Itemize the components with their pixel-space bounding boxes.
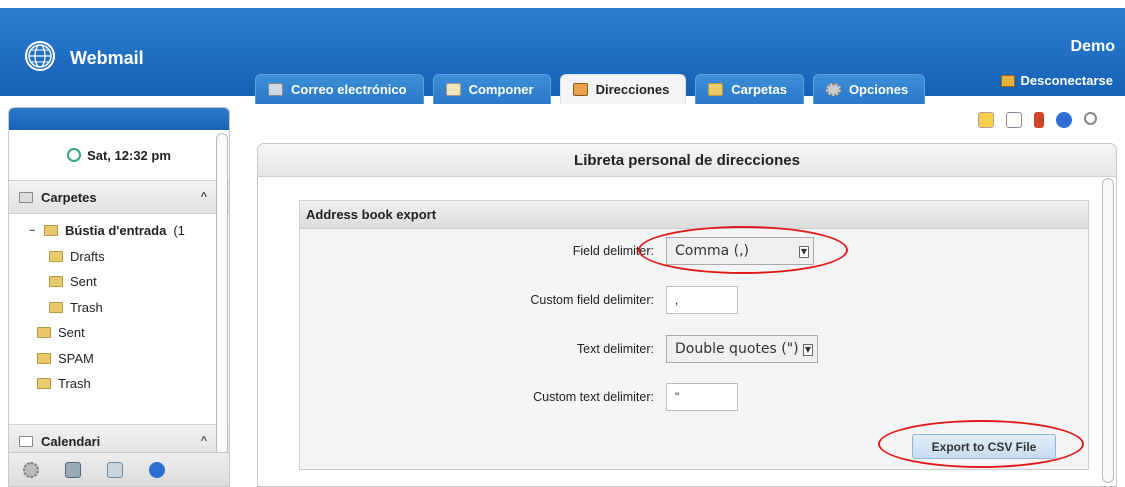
drafts-folder-icon (49, 250, 63, 262)
toolbar-icons (978, 112, 1097, 128)
bookmark-icon[interactable] (1034, 112, 1044, 128)
tab-opciones[interactable]: Opciones (812, 74, 926, 104)
folder-label: Sent (70, 274, 97, 290)
clock-icon (67, 148, 82, 162)
folder-item-trash-2[interactable]: Trash (9, 371, 229, 397)
collapse-icon[interactable]: ^ (201, 191, 207, 203)
main-tabs: Correo electrónico Componer Direcciones … (255, 74, 926, 104)
tab-carpetas[interactable]: Carpetas (695, 74, 804, 104)
folder-icon (37, 378, 51, 390)
sidebar-header (9, 108, 229, 130)
folder-item-inbox[interactable]: − Bústia d'entrada (1 (9, 218, 229, 244)
panel-title: Libreta personal de direcciones (258, 144, 1116, 177)
user-name: Demo (1070, 38, 1115, 55)
export-box-title: Address book export (300, 201, 1088, 229)
folder-count: (1 (173, 223, 185, 239)
tab-direcciones[interactable]: Direcciones (559, 74, 687, 104)
calendar-icon[interactable] (1006, 112, 1022, 128)
logout-icon (1000, 74, 1015, 87)
folder-item-trash[interactable]: Trash (9, 295, 229, 321)
globe-logo-icon (25, 41, 55, 71)
custom-text-delimiter-input[interactable]: " (666, 383, 738, 411)
text-delimiter-row: Text delimiter: Double quotes (") ▼ (300, 335, 1090, 363)
folder-list: − Bústia d'entrada (1 Drafts Sent Trash … (9, 214, 229, 424)
text-delimiter-label: Text delimiter: (576, 342, 654, 356)
trash-folder-icon (49, 301, 63, 313)
sidebar: Sat, 12:32 pm Carpetes ^ − Bústia d'entr… (8, 107, 230, 487)
collapse-icon[interactable]: ^ (201, 435, 207, 447)
gear-icon (825, 83, 841, 96)
custom-field-delimiter-row: Custom field delimiter: , (300, 286, 1090, 314)
computer-icon[interactable] (65, 461, 81, 478)
collapse-minus-icon[interactable]: − (29, 225, 37, 237)
search-icon[interactable] (1084, 112, 1097, 125)
folder-label: Drafts (70, 248, 105, 264)
text-delimiter-select[interactable]: Double quotes (") ▼ (666, 335, 818, 363)
custom-text-delimiter-label: Custom text delimiter: (533, 390, 654, 404)
calendar-icon (19, 435, 33, 447)
tab-componer[interactable]: Componer (432, 74, 551, 104)
folder-icon[interactable] (107, 461, 123, 478)
clock-text: Sat, 12:32 pm (87, 147, 171, 163)
chevron-down-icon: ▼ (803, 344, 813, 356)
mail-icon (268, 83, 283, 96)
folder-icon (19, 191, 33, 203)
custom-field-delimiter-label: Custom field delimiter: (530, 293, 654, 307)
folder-icon (37, 352, 51, 364)
tab-label: Carpetas (731, 82, 787, 97)
tab-label: Direcciones (595, 82, 670, 97)
folders-section-header[interactable]: Carpetes ^ (9, 180, 229, 214)
info-icon[interactable] (149, 461, 165, 478)
custom-field-delimiter-input[interactable]: , (666, 286, 738, 314)
sent-folder-icon (49, 276, 63, 288)
annotation-ellipse-field-delimiter (638, 226, 848, 274)
folder-item-spam[interactable]: SPAM (9, 346, 229, 372)
tab-correo[interactable]: Correo electrónico (255, 74, 424, 104)
app-title: Webmail (70, 48, 144, 68)
tab-label: Componer (468, 82, 534, 97)
calendar-section-label: Calendari (41, 433, 101, 449)
sidebar-scrollbar[interactable] (216, 133, 228, 455)
tab-label: Correo electrónico (291, 82, 407, 97)
logout-link[interactable]: Desconectarse (1000, 73, 1114, 88)
folder-label: Trash (70, 299, 103, 315)
help-icon[interactable] (1056, 112, 1072, 128)
folder-item-sent-2[interactable]: Sent (9, 320, 229, 346)
panel-scrollbar[interactable] (1102, 178, 1114, 483)
folder-label: Bústia d'entrada (65, 223, 167, 239)
gear-icon[interactable] (23, 461, 39, 478)
folder-icon (37, 327, 51, 339)
folders-section-label: Carpetes (41, 189, 97, 205)
note-icon[interactable] (978, 112, 994, 128)
addressbook-icon (572, 83, 588, 96)
compose-icon (445, 83, 461, 96)
folder-item-sent[interactable]: Sent (9, 269, 229, 295)
inbox-folder-icon (44, 225, 58, 237)
annotation-ellipse-export-button (878, 420, 1084, 468)
sidebar-footer (9, 452, 229, 486)
logout-label: Desconectarse (1020, 73, 1114, 88)
folder-icon (708, 83, 724, 96)
text-delimiter-value: Double quotes (") (675, 341, 799, 357)
folder-label: Trash (58, 376, 91, 392)
folder-label: SPAM (58, 350, 94, 366)
folder-label: Sent (58, 325, 85, 341)
folder-item-drafts[interactable]: Drafts (9, 244, 229, 270)
clock: Sat, 12:32 pm (9, 130, 229, 180)
custom-text-delimiter-row: Custom text delimiter: " (300, 383, 1090, 411)
tab-label: Opciones (848, 82, 909, 97)
header-bar: Webmail Demo Desconectarse Correo electr… (0, 8, 1125, 104)
